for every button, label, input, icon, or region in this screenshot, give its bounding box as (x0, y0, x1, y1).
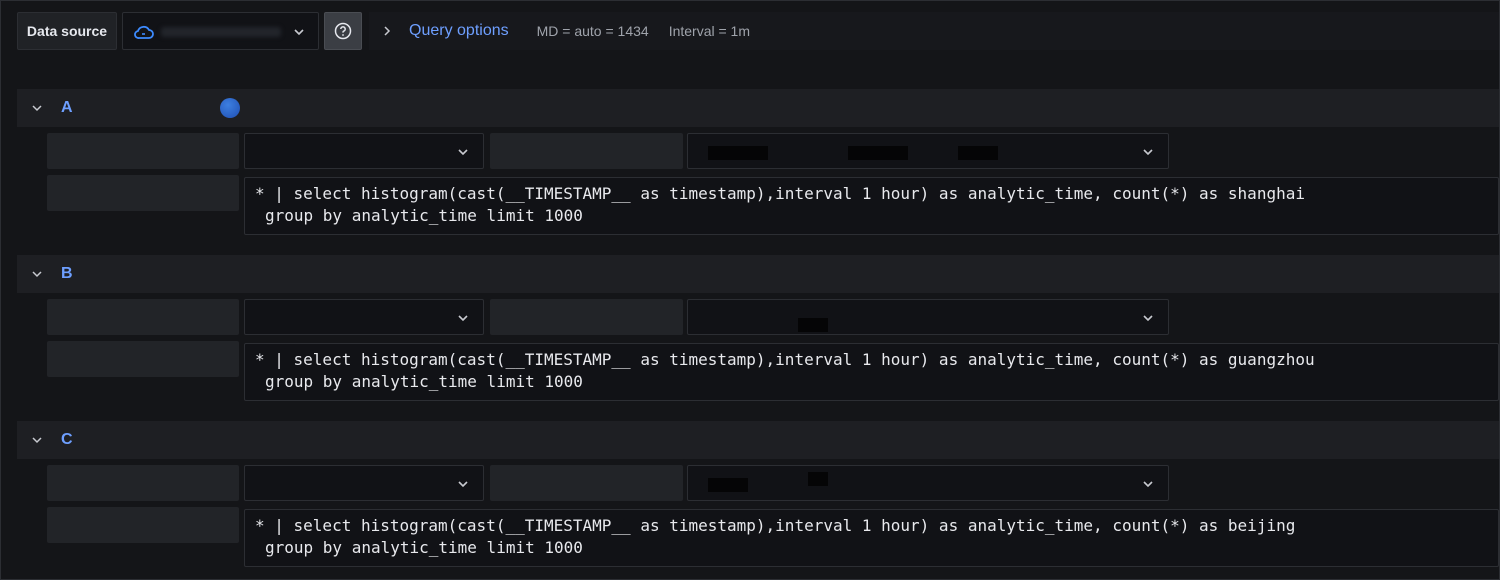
project-select[interactable] (244, 299, 484, 335)
logstore-select[interactable] (687, 133, 1169, 169)
field-label (47, 133, 239, 169)
query-row-c: C * | select histogram(cast(__TIMESTAMP_… (17, 421, 1499, 571)
project-select[interactable] (244, 133, 484, 169)
query-row-a: A * | select histogram(cast(__TIMESTAMP_… (17, 89, 1499, 239)
query-ref-id[interactable]: C (61, 431, 73, 449)
field-label (47, 507, 239, 543)
query-toolbar: Data source Query options MD = auto = 14… (17, 12, 1499, 50)
query-line: * | select histogram(cast(__TIMESTAMP__ … (255, 350, 1315, 369)
query-header[interactable]: B (17, 255, 1499, 293)
field-label (490, 299, 683, 335)
query-options-toggle[interactable]: Query options MD = auto = 1434 Interval … (369, 12, 1499, 50)
interval-text: Interval = 1m (668, 23, 751, 39)
logstore-select[interactable] (687, 299, 1169, 335)
query-line: * | select histogram(cast(__TIMESTAMP__ … (255, 516, 1296, 535)
chevron-down-icon (294, 29, 304, 36)
redacted-value (808, 472, 828, 486)
redacted-value (848, 146, 908, 160)
chevron-right-icon (384, 26, 391, 36)
query-editor-panel: Data source Query options MD = auto = 14… (0, 0, 1500, 580)
query-status-dot (220, 98, 240, 118)
redacted-value (708, 146, 768, 160)
project-select[interactable] (244, 465, 484, 501)
data-source-label: Data source (17, 12, 117, 50)
help-button[interactable] (324, 12, 362, 50)
query-editor[interactable]: * | select histogram(cast(__TIMESTAMP__ … (244, 509, 1499, 567)
data-source-name-redacted (161, 27, 281, 37)
field-label (47, 175, 239, 211)
redacted-value (958, 146, 998, 160)
query-options-title[interactable]: Query options (409, 22, 509, 40)
field-label (47, 341, 239, 377)
query-editor[interactable]: * | select histogram(cast(__TIMESTAMP__ … (244, 177, 1499, 235)
chevron-down-icon[interactable] (31, 434, 43, 446)
query-line: group by analytic_time limit 1000 (265, 206, 583, 225)
field-label (490, 465, 683, 501)
chevron-down-icon (1143, 481, 1153, 488)
question-circle-icon (334, 22, 352, 40)
chevron-down-icon (458, 481, 468, 488)
query-header[interactable]: C (17, 421, 1499, 459)
chevron-down-icon (1143, 149, 1153, 156)
chevron-down-icon (1143, 315, 1153, 322)
field-label (490, 133, 683, 169)
redacted-value (798, 318, 828, 332)
query-editor[interactable]: * | select histogram(cast(__TIMESTAMP__ … (244, 343, 1499, 401)
chevron-down-icon[interactable] (31, 102, 43, 114)
logstore-select[interactable] (687, 465, 1169, 501)
query-line: group by analytic_time limit 1000 (265, 538, 583, 557)
query-line: group by analytic_time limit 1000 (265, 372, 583, 391)
chevron-down-icon[interactable] (31, 268, 43, 280)
field-label (47, 299, 239, 335)
chevron-down-icon (458, 149, 468, 156)
query-line: * | select histogram(cast(__TIMESTAMP__ … (255, 184, 1305, 203)
field-label (47, 465, 239, 501)
query-ref-id[interactable]: A (61, 99, 73, 117)
query-row-b: B * | select histogram(cast(__TIMESTAMP_… (17, 255, 1499, 405)
query-ref-id[interactable]: B (61, 265, 73, 283)
cloud-icon (134, 25, 154, 39)
redacted-value (708, 478, 748, 492)
data-source-select[interactable] (122, 12, 319, 50)
max-data-points-text: MD = auto = 1434 (536, 23, 649, 39)
query-header[interactable]: A (17, 89, 1499, 127)
chevron-down-icon (458, 315, 468, 322)
